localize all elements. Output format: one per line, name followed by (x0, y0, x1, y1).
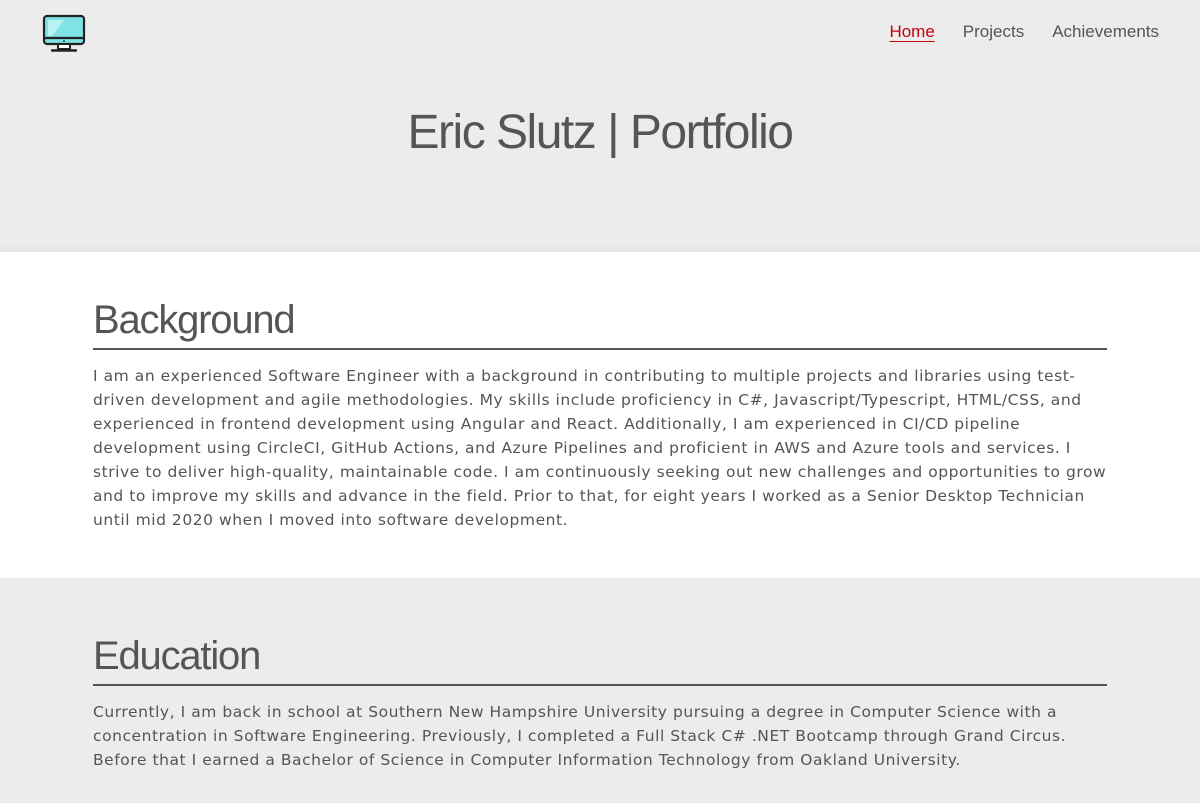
nav-projects-link[interactable]: Projects (963, 22, 1024, 42)
desktop-monitor-icon[interactable] (42, 14, 86, 54)
page-title: Eric Slutz | Portfolio (407, 106, 794, 159)
background-text: I am an experienced Software Engineer wi… (93, 367, 1107, 529)
education-section: Education Currently, I am back in school… (0, 578, 1200, 803)
main-nav: Home Projects Achievements (889, 22, 1159, 42)
education-text: Currently, I am back in school at Southe… (93, 703, 1067, 769)
nav-home-link[interactable]: Home (889, 22, 934, 42)
education-heading: Education (93, 578, 1107, 686)
background-heading: Background (93, 252, 1107, 350)
background-section: Background I am an experienced Software … (0, 252, 1200, 578)
nav-achievements-link[interactable]: Achievements (1052, 22, 1159, 42)
site-header: Home Projects Achievements Eric Slutz | … (0, 0, 1200, 252)
